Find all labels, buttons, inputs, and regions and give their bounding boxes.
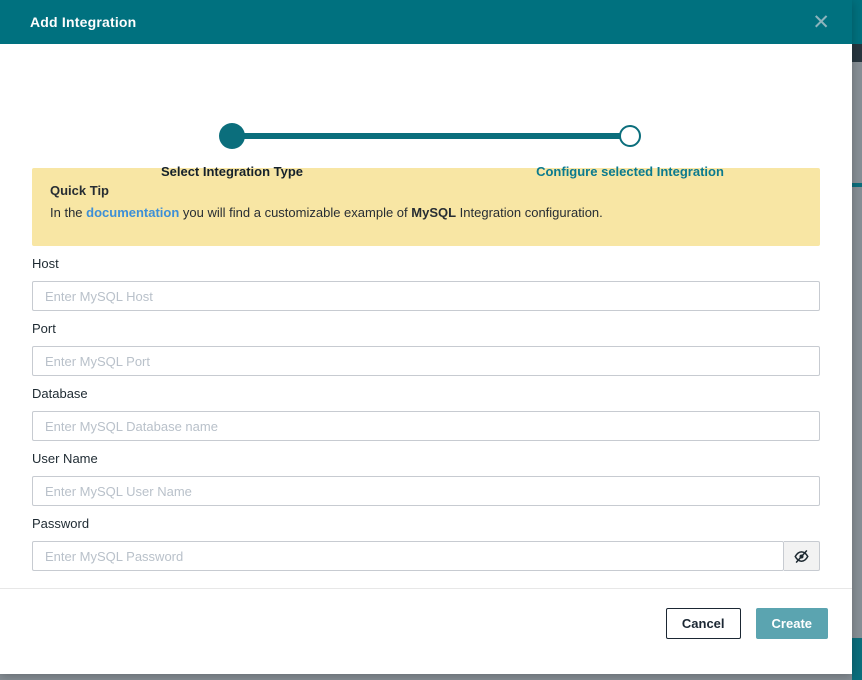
integration-form: Host Port Database User Name Password: [0, 256, 852, 571]
port-field-group: Port: [32, 321, 820, 376]
add-integration-modal: Add Integration ✕ Select Integration Typ…: [0, 0, 852, 674]
username-field-group: User Name: [32, 451, 820, 506]
tip-mysql-bold: MySQL: [411, 205, 456, 220]
port-label: Port: [32, 321, 820, 337]
tip-text-middle: you will find a customizable example of: [179, 205, 411, 220]
quick-tip-text: In the documentation you will find a cus…: [50, 204, 802, 222]
tip-text-before: In the: [50, 205, 86, 220]
background-dark-strip: [852, 44, 862, 62]
create-button[interactable]: Create: [756, 608, 828, 639]
port-input[interactable]: [32, 346, 820, 376]
step-2-label: Configure selected Integration: [470, 164, 790, 179]
step-1-label: Select Integration Type: [72, 164, 392, 179]
background-header-strip: [852, 0, 862, 44]
database-label: Database: [32, 386, 820, 402]
host-input[interactable]: [32, 281, 820, 311]
username-input[interactable]: [32, 476, 820, 506]
database-input[interactable]: [32, 411, 820, 441]
modal-title: Add Integration: [30, 14, 136, 30]
background-page-edge: [852, 0, 862, 680]
password-field-group: Password: [32, 516, 820, 571]
password-label: Password: [32, 516, 820, 532]
step-1-dot-complete[interactable]: [219, 123, 245, 149]
close-icon[interactable]: ✕: [808, 10, 834, 35]
documentation-link[interactable]: documentation: [86, 205, 179, 220]
password-visibility-toggle[interactable]: [784, 541, 820, 571]
modal-header: Add Integration ✕: [0, 0, 852, 44]
background-accent-line: [852, 183, 862, 187]
database-field-group: Database: [32, 386, 820, 441]
cancel-button[interactable]: Cancel: [666, 608, 741, 639]
password-input[interactable]: [32, 541, 784, 571]
host-field-group: Host: [32, 256, 820, 311]
quick-tip-title: Quick Tip: [50, 183, 802, 198]
stepper: Select Integration Type Configure select…: [0, 44, 852, 168]
eye-off-icon: [794, 549, 809, 564]
background-bottom-strip: [852, 638, 862, 680]
username-label: User Name: [32, 451, 820, 467]
step-2-dot-active[interactable]: [619, 125, 641, 147]
host-label: Host: [32, 256, 820, 272]
modal-footer: Cancel Create: [0, 589, 852, 639]
quick-tip-banner: Quick Tip In the documentation you will …: [32, 168, 820, 246]
tip-text-end: Integration configuration.: [456, 205, 603, 220]
stepper-track: [232, 133, 630, 139]
